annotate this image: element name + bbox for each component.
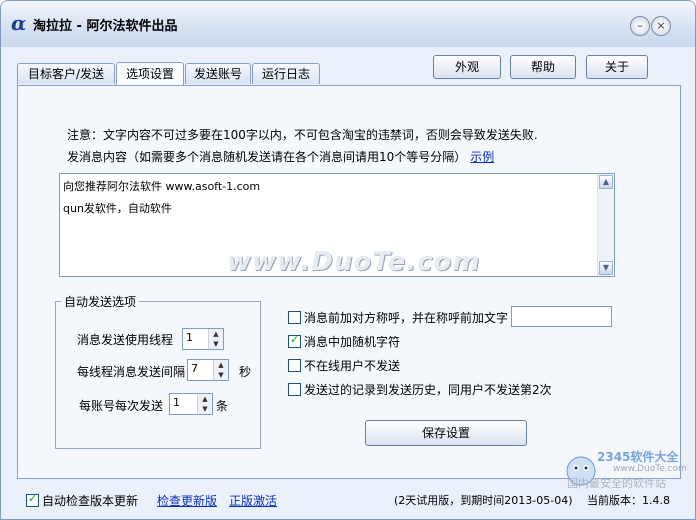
- option-label: 发送过的记录到发送历史，同用户不发送第2次: [304, 383, 552, 397]
- close-button[interactable]: ×: [651, 16, 671, 36]
- stepper-arrows[interactable]: ▲ ▼: [213, 360, 228, 380]
- threads-stepper[interactable]: 1 ▲ ▼: [182, 328, 224, 350]
- tab-run-log[interactable]: 运行日志: [252, 63, 320, 84]
- stepper-down-icon[interactable]: ▼: [209, 339, 223, 349]
- option-label: 消息前加对方称呼，并在称呼前加文字: [304, 311, 509, 325]
- per-account-value: 1: [173, 396, 180, 409]
- option-checkbox-prefix[interactable]: [288, 311, 301, 324]
- badge-brand: 2345软件大全: [597, 450, 679, 464]
- stepper-down-icon[interactable]: ▼: [214, 370, 228, 380]
- window-title: 淘拉拉 - 阿尔法软件出品: [33, 19, 178, 34]
- auto-update-label: 自动检查版本更新: [42, 494, 139, 508]
- tab-target-customers[interactable]: 目标客户/发送: [17, 63, 115, 84]
- vertical-scrollbar[interactable]: ▲ ▼: [597, 174, 614, 276]
- tab-send-accounts[interactable]: 发送账号: [185, 63, 251, 84]
- duote-watermark: www.DuoTe.com: [227, 247, 481, 277]
- check-update-link[interactable]: 检查更新版: [157, 492, 217, 509]
- activate-link[interactable]: 正版激活: [229, 492, 277, 509]
- scroll-up-icon[interactable]: ▲: [599, 175, 613, 189]
- prefix-text-input[interactable]: [511, 306, 612, 327]
- option-label: 消息中加随机字符: [304, 335, 401, 349]
- appearance-button[interactable]: 外观: [433, 55, 501, 79]
- alpha-logo-icon: α: [11, 11, 27, 35]
- stepper-up-icon[interactable]: ▲: [209, 329, 223, 339]
- message-line: qun发软件，自动软件: [63, 202, 172, 215]
- notice-text: 注意：文字内容不可过多要在100字以内，不可包含淘宝的违禁词，否则会导致发送失败…: [67, 128, 538, 142]
- per-account-label: 每账号每次发送: [79, 399, 164, 413]
- status-bar: 自动检查版本更新 检查更新版 正版激活 (2天试用版，到期时间2013-05-0…: [1, 486, 695, 519]
- threads-label: 消息发送使用线程: [77, 333, 174, 347]
- stepper-arrows[interactable]: ▲ ▼: [208, 329, 223, 349]
- interval-stepper[interactable]: 7 ▲ ▼: [187, 359, 229, 381]
- stepper-up-icon[interactable]: ▲: [214, 360, 228, 370]
- auto-update-checkbox[interactable]: [26, 492, 39, 507]
- badge-url: www.DuoTe.com: [613, 464, 687, 474]
- help-button[interactable]: 帮助: [510, 55, 576, 79]
- scroll-down-icon[interactable]: ▼: [599, 261, 613, 275]
- stepper-arrows[interactable]: ▲ ▼: [197, 394, 212, 414]
- per-account-stepper[interactable]: 1 ▲ ▼: [169, 393, 213, 415]
- trial-text: (2天试用版，到期时间2013-05-04): [394, 494, 573, 507]
- interval-value: 7: [191, 362, 198, 375]
- tab-options[interactable]: 选项设置: [116, 62, 184, 85]
- example-link[interactable]: 示例: [470, 150, 494, 164]
- about-button[interactable]: 关于: [586, 55, 648, 79]
- threads-value: 1: [186, 331, 193, 344]
- auto-send-group-title: 自动发送选项: [61, 293, 140, 310]
- app-window: α 淘拉拉 - 阿尔法软件出品 – × 外观 帮助 关于 目标客户/发送 选项设…: [0, 0, 696, 520]
- save-settings-button[interactable]: 保存设置: [365, 420, 527, 446]
- stepper-up-icon[interactable]: ▲: [198, 394, 212, 404]
- minimize-button[interactable]: –: [630, 16, 650, 36]
- option-checkbox-random-chars[interactable]: [288, 333, 301, 348]
- option-checkbox-offline[interactable]: [288, 359, 301, 372]
- interval-label: 每线程消息发送间隔: [77, 365, 186, 379]
- per-account-unit: 条: [216, 399, 229, 413]
- title-bar: α 淘拉拉 - 阿尔法软件出品 – ×: [1, 1, 695, 47]
- stepper-down-icon[interactable]: ▼: [198, 404, 212, 414]
- option-label: 不在线用户不发送: [304, 359, 401, 373]
- message-label-text: 发消息内容（如需要多个消息随机发送请在各个消息间请用10个等号分隔）: [67, 150, 467, 164]
- option-checkbox-history[interactable]: [288, 383, 301, 396]
- message-label: 发消息内容（如需要多个消息随机发送请在各个消息间请用10个等号分隔） 示例: [67, 148, 494, 165]
- message-line: 向您推荐阿尔法软件 www.asoft-1.com: [63, 180, 261, 193]
- version-text: 当前版本：1.4.8: [587, 494, 670, 507]
- interval-unit: 秒: [239, 365, 252, 379]
